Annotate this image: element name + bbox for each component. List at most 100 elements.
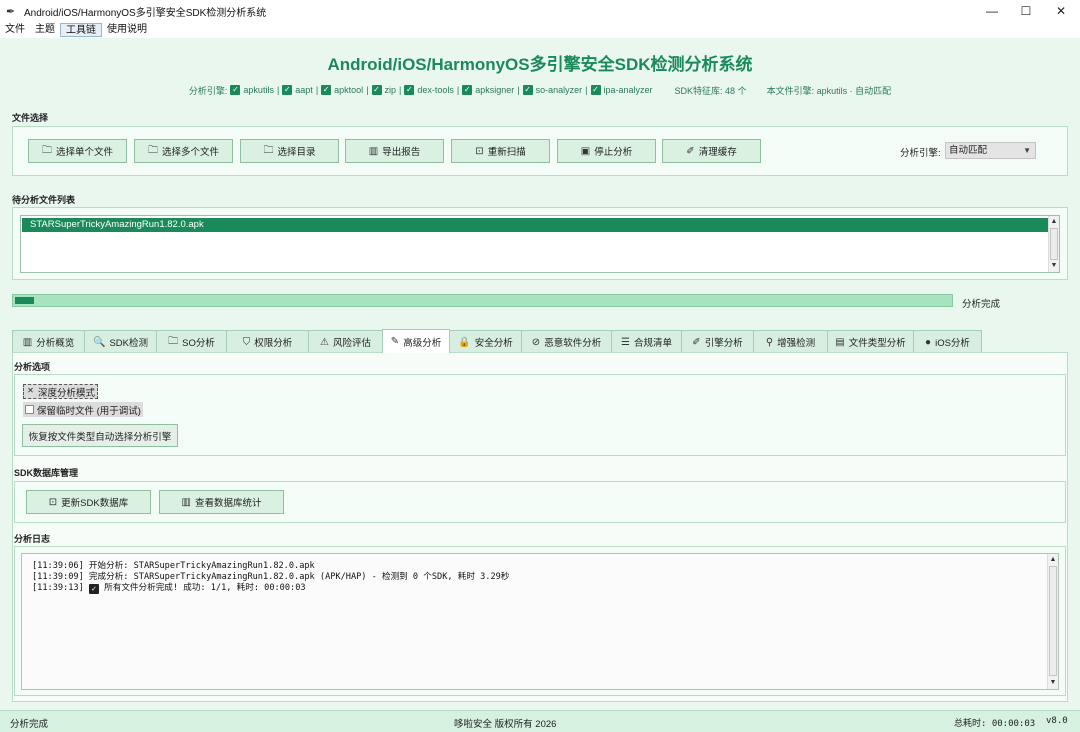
button-label: 重新扫描 (487, 147, 526, 158)
engine-ipa-analyzer: ipa-analyzer (603, 85, 653, 95)
select-directory-button[interactable]: 🗀 选择目录 (240, 139, 339, 163)
button-label: 选择多个文件 (161, 147, 219, 158)
tab-overview[interactable]: ▥ 分析概览 (12, 330, 85, 353)
deep-mode-checkbox[interactable]: ✕ 深度分析模式 (23, 384, 99, 399)
title-bar: ✒ Android/iOS/HarmonyOS多引擎安全SDK检测分析系统 (0, 0, 1080, 22)
clear-cache-button[interactable]: ✐ 清理缓存 (662, 139, 761, 163)
engine-select-label: 分析引擎: (900, 148, 941, 159)
tab-ios-analysis[interactable]: ● iOS分析 (913, 330, 982, 353)
scroll-up-icon[interactable]: ▲ (1048, 555, 1058, 565)
log-line: [11:39:13] ✓ 所有文件分析完成! 成功: 1/1, 耗时: 00:0… (32, 581, 306, 594)
log-scrollbar[interactable]: ▲ ▼ (1047, 554, 1058, 689)
checkbox-empty-icon (25, 405, 34, 414)
document-icon: ▤ (835, 336, 845, 348)
tab-label: 文件类型分析 (848, 338, 906, 349)
version-label: v8.0 (1046, 716, 1068, 726)
scroll-down-icon[interactable]: ▼ (1048, 678, 1058, 688)
menu-theme[interactable]: 主题 (30, 23, 60, 37)
malware-icon: ⊘ (531, 336, 541, 348)
tab-permission-analysis[interactable]: ⛉ 权限分析 (226, 330, 309, 353)
tab-advanced-analysis[interactable]: ✎ 高级分析 (382, 329, 450, 353)
button-label: 选择单个文件 (55, 147, 113, 158)
folder-icon: 🗀 (168, 335, 179, 347)
chevron-down-icon: ▼ (1023, 146, 1031, 155)
tab-label: SDK检测 (109, 338, 148, 349)
tab-engine-analysis[interactable]: ✐ 引擎分析 (681, 330, 754, 353)
engine-select-value: 自动匹配 (949, 145, 988, 156)
pencil-icon: ✎ (390, 336, 400, 347)
engine-aapt: aapt (295, 85, 313, 95)
tab-sdk-detection[interactable]: 🔍 SDK检测 (84, 330, 157, 353)
close-button[interactable]: ✕ (1044, 0, 1078, 22)
engine-icon: ✐ (692, 336, 701, 348)
menu-help[interactable]: 使用说明 (102, 23, 152, 37)
tab-label: 合规清单 (633, 338, 672, 349)
sdk-db-label: SDK数据库管理 (14, 468, 79, 478)
refresh-icon: ⊡ (475, 145, 484, 157)
tab-so-analysis[interactable]: 🗀 SO分析 (156, 330, 227, 353)
menu-file[interactable]: 文件 (0, 23, 30, 37)
list-icon: ☰ (621, 336, 630, 348)
analysis-progress-bar (12, 294, 953, 307)
engine-select[interactable]: 自动匹配 ▼ (945, 142, 1036, 159)
list-item[interactable]: STARSuperTrickyAmazingRun1.82.0.apk (22, 218, 1048, 232)
check-icon: ✓ (462, 85, 473, 95)
engine-dex-tools: dex-tools (417, 85, 454, 95)
check-icon: ✓ (522, 85, 533, 95)
select-multiple-files-button[interactable]: 🗀 选择多个文件 (134, 139, 233, 163)
maximize-button[interactable]: ☐ (1009, 0, 1043, 22)
engine-status-line: 分析引擎: ✓ apkutils | ✓ aapt | ✓ apktool | ✓ zip | … (188, 85, 892, 96)
file-list-scrollbar[interactable]: ▲ ▼ (1048, 216, 1059, 272)
rescan-button[interactable]: ⊡ 重新扫描 (451, 139, 550, 163)
restore-auto-engine-button[interactable]: 恢复按文件类型自动选择分析引擎 (22, 424, 178, 447)
tab-bar: ▥ 分析概览 🔍 SDK检测 🗀 SO分析 ⛉ 权限分析 ⚠ 风险评估 ✎ 高级分析 🔒 安全… (12, 329, 982, 353)
engine-zip: zip (384, 85, 397, 95)
file-listbox[interactable]: STARSuperTrickyAmazingRun1.82.0.apk ▲ ▼ (20, 215, 1060, 273)
log-timestamp: [11:39:13] (32, 583, 84, 593)
select-single-file-button[interactable]: 🗀 选择单个文件 (28, 139, 127, 163)
chart-icon: ▥ (368, 145, 379, 157)
brush-icon: ✐ (686, 145, 695, 157)
keep-temp-checkbox[interactable]: 保留临时文件 (用于调试) (23, 402, 143, 417)
tab-label: 恶意软件分析 (544, 338, 602, 349)
tab-label: iOS分析 (935, 338, 970, 349)
scroll-down-icon[interactable]: ▼ (1049, 261, 1059, 271)
tab-enhanced-detection[interactable]: ⚲ 增强检测 (753, 330, 828, 353)
button-label: 导出报告 (382, 147, 421, 158)
button-label: 停止分析 (594, 147, 633, 158)
deep-mode-label: 深度分析模式 (38, 387, 96, 399)
engine-so-analyzer: so-analyzer (535, 85, 583, 95)
chart-icon: ▥ (181, 496, 191, 508)
tab-malware-analysis[interactable]: ⊘ 恶意软件分析 (521, 330, 612, 353)
lock-icon: 🔒 (458, 336, 471, 348)
scroll-thumb[interactable] (1050, 228, 1058, 260)
log-message: 所有文件分析完成! 成功: 1/1, 耗时: 00:00:03 (104, 583, 306, 593)
menu-toolchain[interactable]: 工具链 (60, 23, 102, 37)
tab-risk-assessment[interactable]: ⚠ 风险评估 (308, 330, 383, 353)
search-icon: 🔍 (93, 336, 106, 348)
button-label: 更新SDK数据库 (61, 498, 129, 509)
folder-icon: 🗀 (263, 144, 274, 156)
minimize-button[interactable]: — (975, 0, 1009, 22)
check-icon: ✓ (590, 85, 601, 95)
export-report-button[interactable]: ▥ 导出报告 (345, 139, 444, 163)
button-label: 清理缓存 (698, 147, 737, 158)
engine-apktool: apktool (334, 85, 364, 95)
scroll-thumb[interactable] (1049, 566, 1057, 676)
stop-analysis-button[interactable]: ▣ 停止分析 (557, 139, 656, 163)
update-sdk-db-button[interactable]: ⊡ 更新SDK数据库 (26, 490, 151, 514)
tab-compliance-list[interactable]: ☰ 合规清单 (611, 330, 682, 353)
tab-security-analysis[interactable]: 🔒 安全分析 (449, 330, 522, 353)
view-db-stats-button[interactable]: ▥ 查看数据库统计 (159, 490, 284, 514)
refresh-icon: ⊡ (48, 496, 58, 508)
status-bar: 分析完成 哆啦安全 版权所有 2026 总耗时: 00:00:03 v8.0 (0, 710, 1080, 732)
scroll-up-icon[interactable]: ▲ (1049, 217, 1059, 227)
tab-file-type-analysis[interactable]: ▤ 文件类型分析 (827, 330, 914, 353)
file-select-label: 文件选择 (12, 113, 49, 123)
button-label: 查看数据库统计 (194, 498, 262, 509)
folder-icon: 🗀 (147, 144, 158, 156)
tab-label: 增强检测 (777, 338, 816, 349)
total-time: 总耗时: 00:00:03 (954, 719, 1036, 729)
analysis-log-textarea[interactable]: [11:39:06] 开始分析: STARSuperTrickyAmazingR… (21, 553, 1059, 690)
keep-temp-label: 保留临时文件 (用于调试) (37, 405, 141, 417)
